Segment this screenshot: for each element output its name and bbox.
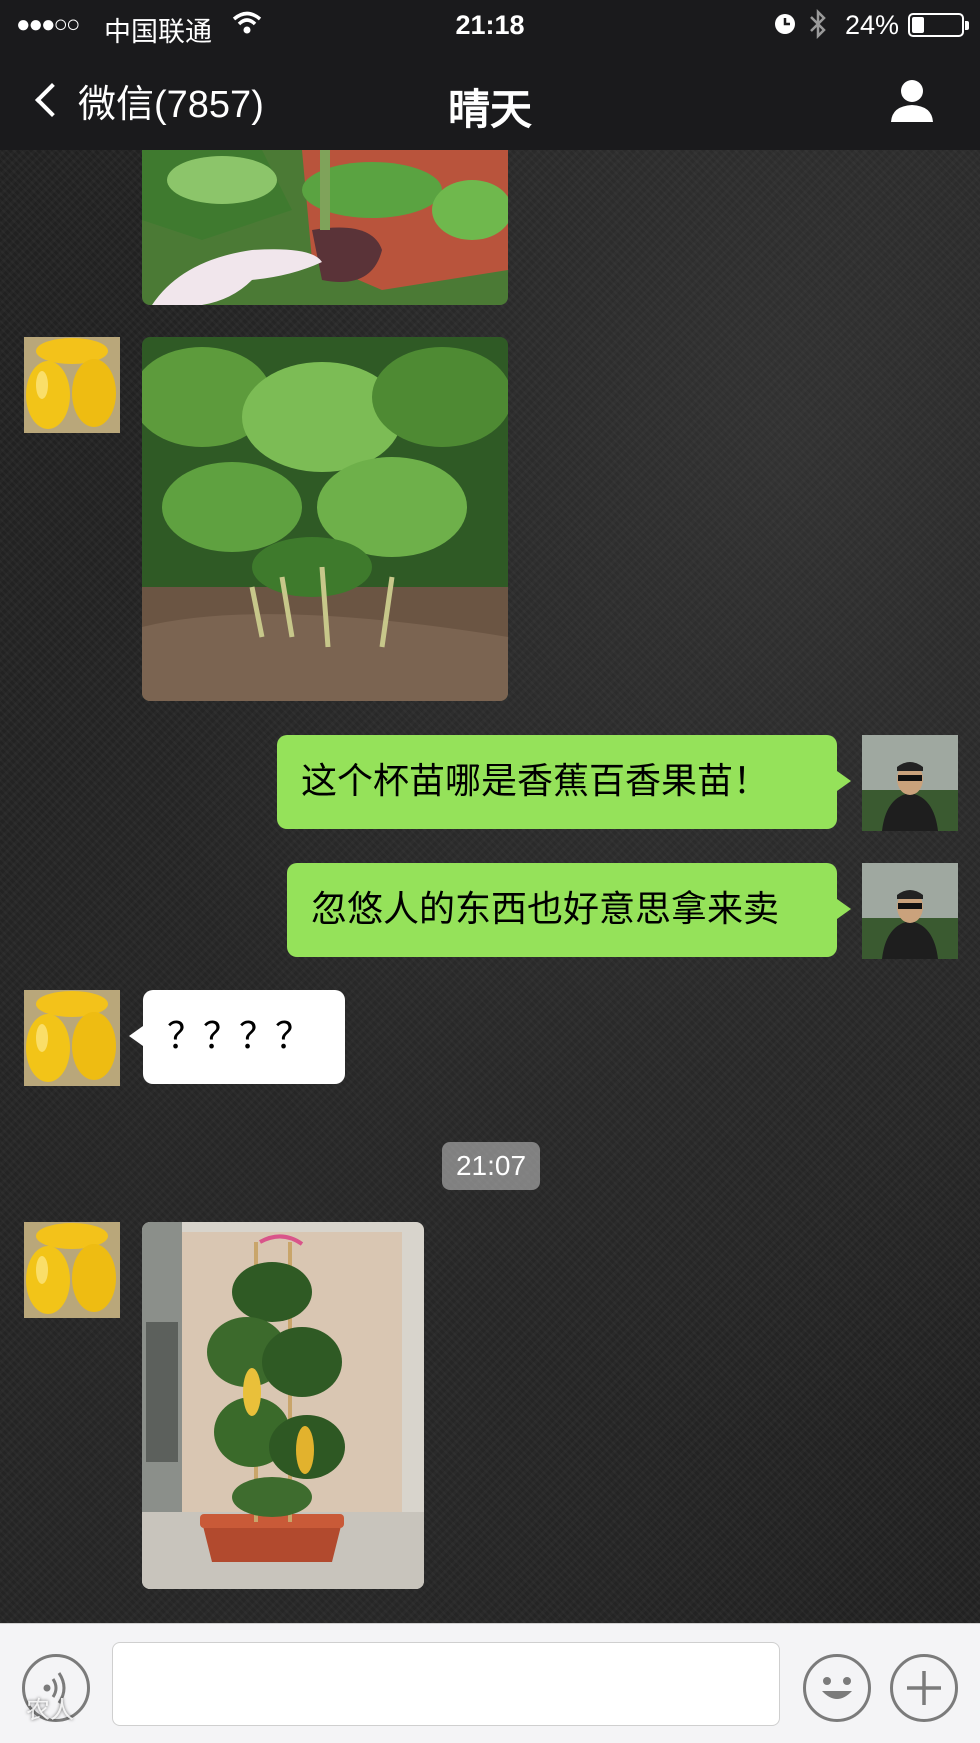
lemon-avatar-image [24, 337, 120, 433]
status-bar: ●●●○○ 中国联通 21:18 24% [0, 0, 980, 50]
alarm-icon [772, 9, 798, 44]
battery-fill [912, 17, 924, 33]
image-message[interactable] [142, 150, 508, 305]
more-button[interactable] [890, 1654, 958, 1722]
person-avatar-image [862, 735, 958, 831]
battery-icon [908, 13, 969, 37]
image-message[interactable] [142, 337, 508, 701]
smiley-icon [822, 1677, 852, 1699]
plant-image [142, 337, 508, 701]
image-message[interactable] [142, 1222, 424, 1589]
watermark: 农人 [26, 1696, 74, 1724]
time-divider: 21:07 [442, 1142, 540, 1190]
my-message-bubble[interactable]: 这个杯苗哪是香蕉百香果苗！ [277, 735, 851, 829]
profile-icon[interactable] [888, 76, 936, 124]
clock: 21:18 [455, 10, 525, 40]
lemon-avatar-image [24, 1222, 120, 1318]
contact-avatar[interactable] [24, 990, 120, 1086]
message-text: ？？？？ [167, 1016, 312, 1057]
input-bar [0, 1623, 980, 1743]
message-text: 忽悠人的东西也好意思拿来卖 [311, 889, 780, 930]
bluetooth-icon [808, 8, 828, 46]
emoji-button[interactable] [803, 1654, 871, 1722]
contact-avatar[interactable] [24, 1222, 120, 1318]
plus-icon [907, 1671, 941, 1705]
lemon-avatar-image [24, 990, 120, 1086]
my-avatar[interactable] [862, 735, 958, 831]
nav-bar: 微信(7857) 晴天 [0, 50, 980, 150]
message-input[interactable] [112, 1642, 780, 1726]
chat-title: 晴天 [447, 85, 532, 134]
potted-plant-image [142, 1222, 424, 1589]
contact-avatar[interactable] [24, 337, 120, 433]
person-avatar-image [862, 863, 958, 959]
contact-message-bubble[interactable]: ？？？？ [129, 990, 345, 1084]
message-text: 这个杯苗哪是香蕉百香果苗！ [301, 761, 770, 802]
battery-percentage: 24% [845, 10, 900, 40]
my-avatar[interactable] [862, 863, 958, 959]
plant-image [142, 150, 508, 305]
my-message-bubble[interactable]: 忽悠人的东西也好意思拿来卖 [287, 863, 851, 957]
